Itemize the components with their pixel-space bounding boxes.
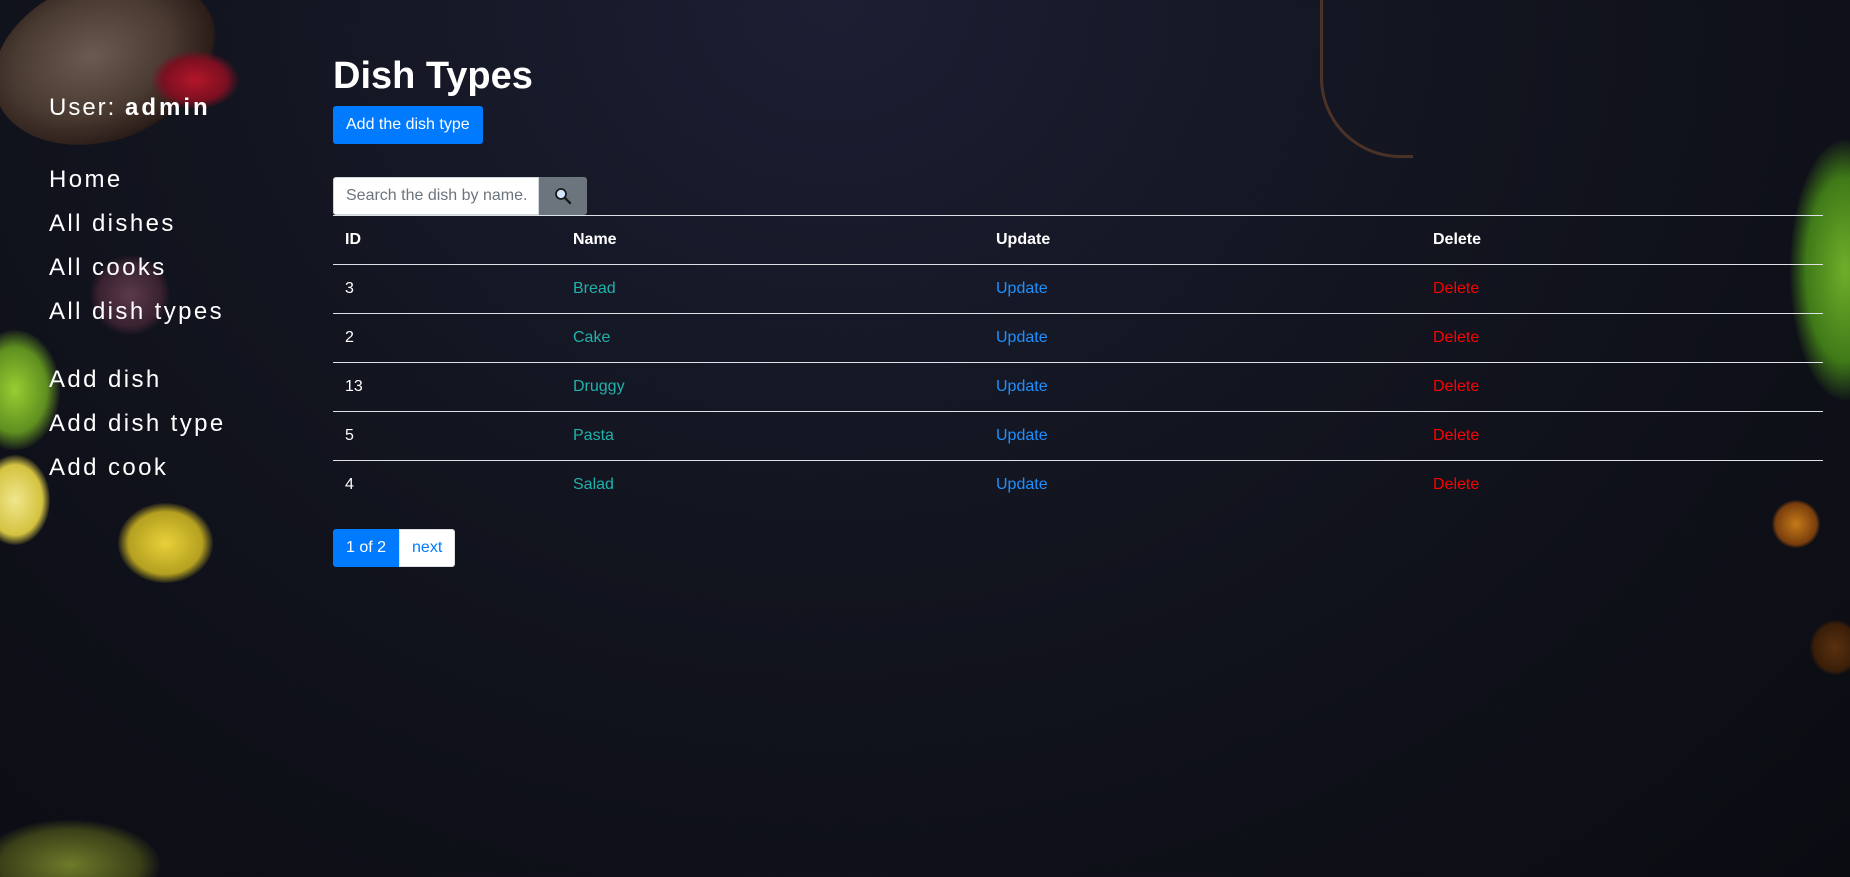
update-link[interactable]: Update xyxy=(996,427,1048,444)
main-content: Dish Types Add the dish type ID Name Upd… xyxy=(333,50,1823,567)
pagination: 1 of 2 next xyxy=(333,529,1823,567)
column-header-name: Name xyxy=(561,215,984,265)
column-header-update: Update xyxy=(984,215,1421,265)
nav-item-all-cooks[interactable]: All cooks xyxy=(49,246,289,290)
dish-type-name-link[interactable]: Bread xyxy=(573,280,616,297)
delete-link[interactable]: Delete xyxy=(1433,329,1479,346)
pagination-current-page: 1 of 2 xyxy=(333,529,400,567)
current-user: User: admin xyxy=(49,94,289,122)
dish-type-id: 2 xyxy=(333,313,561,363)
nav-link-all-cooks[interactable]: All cooks xyxy=(49,254,167,281)
dish-type-name-link[interactable]: Druggy xyxy=(573,378,625,395)
update-link[interactable]: Update xyxy=(996,329,1048,346)
delete-link[interactable]: Delete xyxy=(1433,280,1479,297)
search-icon xyxy=(555,188,572,205)
nav-item-add-dish[interactable]: Add dish xyxy=(49,358,289,402)
dish-types-table: ID Name Update Delete 3 Bread Update Del… xyxy=(333,215,1823,509)
dish-type-id: 3 xyxy=(333,264,561,314)
dish-type-name-link[interactable]: Cake xyxy=(573,329,610,346)
nav-item-add-cook[interactable]: Add cook xyxy=(49,446,289,490)
nav-link-all-dishes[interactable]: All dishes xyxy=(49,210,176,237)
dish-type-id: 5 xyxy=(333,411,561,461)
pagination-next-link[interactable]: next xyxy=(399,529,456,567)
secondary-nav: Add dish Add dish type Add cook xyxy=(49,358,289,490)
delete-link[interactable]: Delete xyxy=(1433,427,1479,444)
nav-item-add-dish-type[interactable]: Add dish type xyxy=(49,402,289,446)
search-form xyxy=(333,177,1823,215)
table-header-row: ID Name Update Delete xyxy=(333,215,1823,265)
dish-type-name-link[interactable]: Salad xyxy=(573,476,614,493)
nav-item-all-dishes[interactable]: All dishes xyxy=(49,202,289,246)
dish-type-id: 13 xyxy=(333,362,561,412)
nav-link-home[interactable]: Home xyxy=(49,166,123,193)
table-row: 13 Druggy Update Delete xyxy=(333,362,1823,412)
primary-nav: Home All dishes All cooks All dish types xyxy=(49,158,289,334)
column-header-delete: Delete xyxy=(1421,215,1823,265)
sidebar: User: admin Home All dishes All cooks Al… xyxy=(49,94,289,490)
search-button[interactable] xyxy=(539,177,587,215)
user-name: admin xyxy=(125,94,211,121)
add-dish-type-button[interactable]: Add the dish type xyxy=(333,106,483,144)
background-food-image xyxy=(1810,620,1850,675)
background-food-image xyxy=(118,503,213,583)
nav-item-all-dish-types[interactable]: All dish types xyxy=(49,290,289,334)
background-food-image xyxy=(0,820,160,877)
update-link[interactable]: Update xyxy=(996,476,1048,493)
table-row: 3 Bread Update Delete xyxy=(333,264,1823,314)
dish-type-name-link[interactable]: Pasta xyxy=(573,427,614,444)
update-link[interactable]: Update xyxy=(996,378,1048,395)
delete-link[interactable]: Delete xyxy=(1433,378,1479,395)
column-header-id: ID xyxy=(333,215,561,265)
page-title: Dish Types xyxy=(333,55,533,97)
dish-type-id: 4 xyxy=(333,460,561,509)
update-link[interactable]: Update xyxy=(996,280,1048,297)
delete-link[interactable]: Delete xyxy=(1433,476,1479,493)
background-food-image xyxy=(0,455,50,545)
table-row: 4 Salad Update Delete xyxy=(333,460,1823,509)
user-label: User: xyxy=(49,94,117,121)
table-row: 2 Cake Update Delete xyxy=(333,313,1823,363)
nav-link-all-dish-types[interactable]: All dish types xyxy=(49,298,224,325)
nav-link-add-dish[interactable]: Add dish xyxy=(49,366,162,393)
search-input[interactable] xyxy=(333,177,539,215)
nav-link-add-dish-type[interactable]: Add dish type xyxy=(49,410,226,437)
table-row: 5 Pasta Update Delete xyxy=(333,411,1823,461)
nav-link-add-cook[interactable]: Add cook xyxy=(49,454,168,481)
nav-item-home[interactable]: Home xyxy=(49,158,289,202)
